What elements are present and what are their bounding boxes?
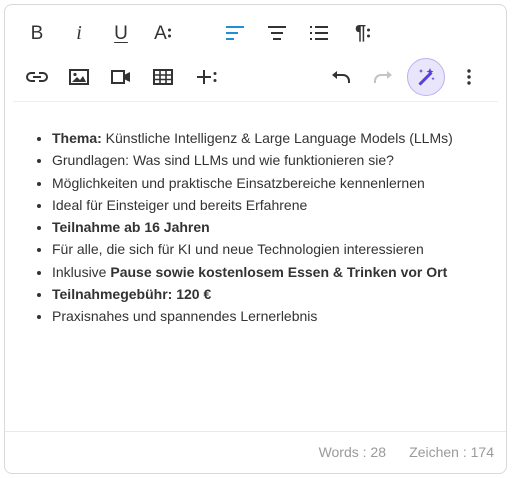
- font-size-icon: A: [154, 24, 172, 43]
- underline-button[interactable]: U: [105, 17, 137, 49]
- redo-button[interactable]: [367, 61, 399, 93]
- vertical-dots-icon: [467, 69, 471, 85]
- list-item: Inklusive Pause sowie kostenlosem Essen …: [52, 261, 506, 283]
- redo-icon: [374, 71, 392, 83]
- insert-link-button[interactable]: [21, 61, 53, 93]
- toolbar-divider: [13, 101, 498, 102]
- ordered-list-icon: [310, 26, 328, 40]
- align-left-icon: [226, 26, 244, 40]
- insert-more-button[interactable]: [191, 61, 223, 93]
- italic-icon: i: [76, 22, 82, 44]
- bold-icon: B: [30, 22, 44, 44]
- italic-button[interactable]: i: [63, 17, 95, 49]
- more-options-button[interactable]: [453, 61, 485, 93]
- list-item: Für alle, die sich für KI und neue Techn…: [52, 238, 506, 260]
- rich-text-editor: B i U A ¶ • Thema: Künstliche Intelligen…: [4, 4, 507, 474]
- list-item: Teilnahmegebühr: 120 €: [52, 283, 506, 305]
- align-center-icon: [268, 26, 286, 40]
- bold-button[interactable]: B: [21, 17, 53, 49]
- list-item: Ideal für Einsteiger und bereits Erfahre…: [52, 194, 506, 216]
- word-count: Words : 28: [318, 444, 386, 460]
- undo-button[interactable]: [325, 61, 357, 93]
- paragraph-button[interactable]: ¶: [347, 17, 379, 49]
- toolbar-row-formatting: B i U A ¶: [5, 9, 506, 57]
- list-item: Teilnahme ab 16 Jahren: [52, 216, 506, 238]
- plus-more-icon: [197, 70, 217, 84]
- underline-icon: U: [114, 22, 128, 44]
- ordered-list-button[interactable]: [303, 17, 335, 49]
- insert-image-button[interactable]: [63, 61, 95, 93]
- video-icon: [111, 70, 130, 84]
- ai-magic-button[interactable]: [407, 58, 445, 96]
- insert-table-button[interactable]: [147, 61, 179, 93]
- bullet-list: Thema: Künstliche Intelligenz & Large La…: [5, 127, 506, 328]
- list-item: Möglichkeiten und praktische Einsatzbere…: [52, 172, 506, 194]
- status-bar: Words : 28 Zeichen : 174: [5, 431, 506, 473]
- paragraph-icon: ¶: [355, 23, 371, 43]
- toolbar-row-insert: [5, 53, 506, 101]
- list-item: Grundlagen: Was sind LLMs und wie funkti…: [52, 149, 506, 171]
- editor-content[interactable]: Thema: Künstliche Intelligenz & Large La…: [5, 127, 506, 328]
- link-icon: [26, 72, 48, 82]
- align-center-button[interactable]: [261, 17, 293, 49]
- character-count: Zeichen : 174: [409, 444, 494, 460]
- insert-video-button[interactable]: [105, 61, 137, 93]
- font-size-button[interactable]: A: [147, 17, 179, 49]
- undo-icon: [332, 71, 350, 83]
- image-icon: [69, 69, 89, 85]
- list-item: Thema: Künstliche Intelligenz & Large La…: [52, 127, 506, 149]
- magic-wand-icon: [418, 68, 435, 86]
- table-icon: [153, 69, 173, 85]
- list-item: Praxisnahes und spannendes Lernerlebnis: [52, 305, 506, 327]
- align-left-button[interactable]: [219, 17, 251, 49]
